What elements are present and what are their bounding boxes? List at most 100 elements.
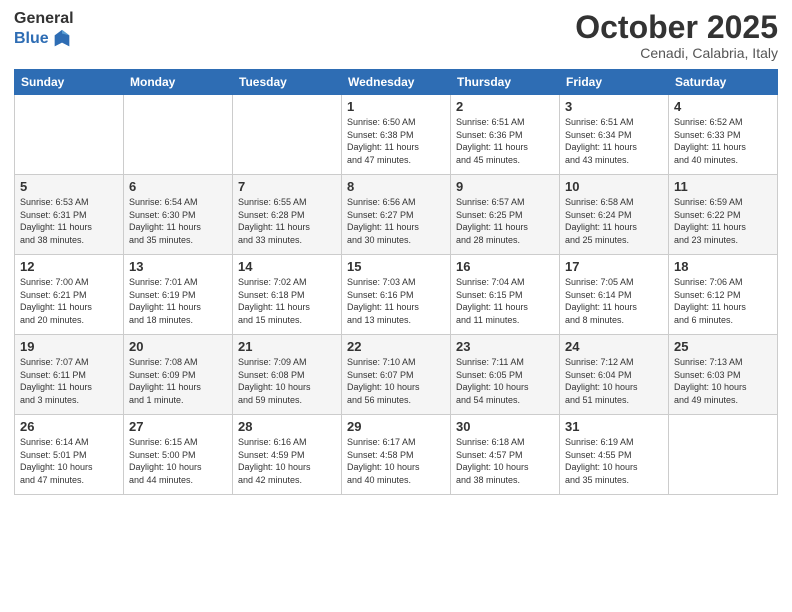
subtitle: Cenadi, Calabria, Italy [575, 45, 778, 61]
header-day-thursday: Thursday [451, 70, 560, 95]
day-info: Sunrise: 7:06 AM Sunset: 6:12 PM Dayligh… [674, 276, 772, 326]
day-number: 30 [456, 419, 554, 434]
day-number: 13 [129, 259, 227, 274]
day-info: Sunrise: 6:51 AM Sunset: 6:36 PM Dayligh… [456, 116, 554, 166]
day-info: Sunrise: 6:52 AM Sunset: 6:33 PM Dayligh… [674, 116, 772, 166]
calendar-cell: 8 Sunrise: 6:56 AM Sunset: 6:27 PM Daylig… [342, 175, 451, 255]
calendar-cell: 11Sunrise: 6:59 AM Sunset: 6:22 PM Dayli… [669, 175, 778, 255]
calendar-cell: 23 Sunrise: 7:11 AM Sunset: 6:05 PM Dayli… [451, 335, 560, 415]
day-number: 31 [565, 419, 663, 434]
calendar-cell: 31 Sunrise: 6:19 AM Sunset: 4:55 PM Dayli… [560, 415, 669, 495]
calendar-cell: 4 Sunrise: 6:52 AM Sunset: 6:33 PM Daylig… [669, 95, 778, 175]
day-info: Sunrise: 6:15 AM Sunset: 5:00 PM Dayligh… [129, 436, 227, 486]
day-number: 9 [456, 179, 554, 194]
day-number: 1 [347, 99, 445, 114]
day-info: Sunrise: 7:00 AM Sunset: 6:21 PM Dayligh… [20, 276, 118, 326]
week-row-4: 26Sunrise: 6:14 AM Sunset: 5:01 PM Dayli… [15, 415, 778, 495]
day-info: Sunrise: 7:07 AM Sunset: 6:11 PM Dayligh… [20, 356, 118, 406]
day-number: 27 [129, 419, 227, 434]
calendar-cell [124, 95, 233, 175]
calendar-cell: 27 Sunrise: 6:15 AM Sunset: 5:00 PM Dayli… [124, 415, 233, 495]
day-number: 29 [347, 419, 445, 434]
calendar-cell: 22 Sunrise: 7:10 AM Sunset: 6:07 PM Dayli… [342, 335, 451, 415]
day-info: Sunrise: 7:04 AM Sunset: 6:15 PM Dayligh… [456, 276, 554, 326]
day-number: 3 [565, 99, 663, 114]
day-info: Sunrise: 6:54 AM Sunset: 6:30 PM Dayligh… [129, 196, 227, 246]
calendar-cell: 20 Sunrise: 7:08 AM Sunset: 6:09 PM Dayli… [124, 335, 233, 415]
day-number: 10 [565, 179, 663, 194]
calendar-cell: 10 Sunrise: 6:58 AM Sunset: 6:24 PM Dayli… [560, 175, 669, 255]
calendar-table: SundayMondayTuesdayWednesdayThursdayFrid… [14, 69, 778, 495]
calendar-cell: 21 Sunrise: 7:09 AM Sunset: 6:08 PM Dayli… [233, 335, 342, 415]
day-info: Sunrise: 6:17 AM Sunset: 4:58 PM Dayligh… [347, 436, 445, 486]
day-number: 14 [238, 259, 336, 274]
day-info: Sunrise: 6:58 AM Sunset: 6:24 PM Dayligh… [565, 196, 663, 246]
calendar-cell: 15 Sunrise: 7:03 AM Sunset: 6:16 PM Dayli… [342, 255, 451, 335]
day-info: Sunrise: 6:55 AM Sunset: 6:28 PM Dayligh… [238, 196, 336, 246]
day-number: 8 [347, 179, 445, 194]
day-info: Sunrise: 7:03 AM Sunset: 6:16 PM Dayligh… [347, 276, 445, 326]
day-number: 23 [456, 339, 554, 354]
day-number: 5 [20, 179, 118, 194]
day-info: Sunrise: 7:05 AM Sunset: 6:14 PM Dayligh… [565, 276, 663, 326]
calendar-cell: 1 Sunrise: 6:50 AM Sunset: 6:38 PM Daylig… [342, 95, 451, 175]
logo-general: General [14, 10, 74, 28]
header-day-monday: Monday [124, 70, 233, 95]
day-number: 12 [20, 259, 118, 274]
calendar-cell: 16 Sunrise: 7:04 AM Sunset: 6:15 PM Dayli… [451, 255, 560, 335]
day-number: 11 [674, 179, 772, 194]
title-block: October 2025 Cenadi, Calabria, Italy [575, 10, 778, 61]
day-info: Sunrise: 7:12 AM Sunset: 6:04 PM Dayligh… [565, 356, 663, 406]
day-info: Sunrise: 6:56 AM Sunset: 6:27 PM Dayligh… [347, 196, 445, 246]
day-number: 20 [129, 339, 227, 354]
calendar-cell [233, 95, 342, 175]
calendar-cell: 5Sunrise: 6:53 AM Sunset: 6:31 PM Daylig… [15, 175, 124, 255]
calendar-cell: 29 Sunrise: 6:17 AM Sunset: 4:58 PM Dayli… [342, 415, 451, 495]
header-day-wednesday: Wednesday [342, 70, 451, 95]
calendar-cell: 25Sunrise: 7:13 AM Sunset: 6:03 PM Dayli… [669, 335, 778, 415]
calendar-cell: 14 Sunrise: 7:02 AM Sunset: 6:18 PM Dayli… [233, 255, 342, 335]
calendar-cell: 6 Sunrise: 6:54 AM Sunset: 6:30 PM Daylig… [124, 175, 233, 255]
day-info: Sunrise: 6:51 AM Sunset: 6:34 PM Dayligh… [565, 116, 663, 166]
week-row-2: 12 Sunrise: 7:00 AM Sunset: 6:21 PM Dayli… [15, 255, 778, 335]
header-day-sunday: Sunday [15, 70, 124, 95]
day-info: Sunrise: 6:19 AM Sunset: 4:55 PM Dayligh… [565, 436, 663, 486]
day-number: 18 [674, 259, 772, 274]
day-info: Sunrise: 6:50 AM Sunset: 6:38 PM Dayligh… [347, 116, 445, 166]
day-number: 16 [456, 259, 554, 274]
day-info: Sunrise: 7:09 AM Sunset: 6:08 PM Dayligh… [238, 356, 336, 406]
header-day-friday: Friday [560, 70, 669, 95]
logo-icon [51, 28, 73, 50]
calendar-cell: 2Sunrise: 6:51 AM Sunset: 6:36 PM Daylig… [451, 95, 560, 175]
day-number: 21 [238, 339, 336, 354]
day-number: 17 [565, 259, 663, 274]
calendar-cell: 7 Sunrise: 6:55 AM Sunset: 6:28 PM Daylig… [233, 175, 342, 255]
calendar-cell [15, 95, 124, 175]
header: General Blue October 2025 Cenadi, Calabr… [14, 10, 778, 61]
calendar-cell: 19 Sunrise: 7:07 AM Sunset: 6:11 PM Dayli… [15, 335, 124, 415]
day-info: Sunrise: 7:10 AM Sunset: 6:07 PM Dayligh… [347, 356, 445, 406]
logo: General Blue [14, 10, 74, 50]
day-number: 7 [238, 179, 336, 194]
day-number: 22 [347, 339, 445, 354]
calendar-cell [669, 415, 778, 495]
header-day-saturday: Saturday [669, 70, 778, 95]
logo-blue: Blue [14, 30, 49, 48]
day-info: Sunrise: 7:11 AM Sunset: 6:05 PM Dayligh… [456, 356, 554, 406]
day-number: 15 [347, 259, 445, 274]
page-container: General Blue October 2025 Cenadi, Calabr… [0, 0, 792, 505]
day-info: Sunrise: 6:18 AM Sunset: 4:57 PM Dayligh… [456, 436, 554, 486]
day-info: Sunrise: 7:08 AM Sunset: 6:09 PM Dayligh… [129, 356, 227, 406]
day-number: 4 [674, 99, 772, 114]
calendar-cell: 13Sunrise: 7:01 AM Sunset: 6:19 PM Dayli… [124, 255, 233, 335]
calendar-cell: 30 Sunrise: 6:18 AM Sunset: 4:57 PM Dayli… [451, 415, 560, 495]
day-info: Sunrise: 6:14 AM Sunset: 5:01 PM Dayligh… [20, 436, 118, 486]
month-title: October 2025 [575, 10, 778, 45]
day-number: 24 [565, 339, 663, 354]
day-number: 6 [129, 179, 227, 194]
header-row: SundayMondayTuesdayWednesdayThursdayFrid… [15, 70, 778, 95]
calendar-cell: 28Sunrise: 6:16 AM Sunset: 4:59 PM Dayli… [233, 415, 342, 495]
week-row-3: 19 Sunrise: 7:07 AM Sunset: 6:11 PM Dayli… [15, 335, 778, 415]
day-number: 19 [20, 339, 118, 354]
day-info: Sunrise: 7:02 AM Sunset: 6:18 PM Dayligh… [238, 276, 336, 326]
